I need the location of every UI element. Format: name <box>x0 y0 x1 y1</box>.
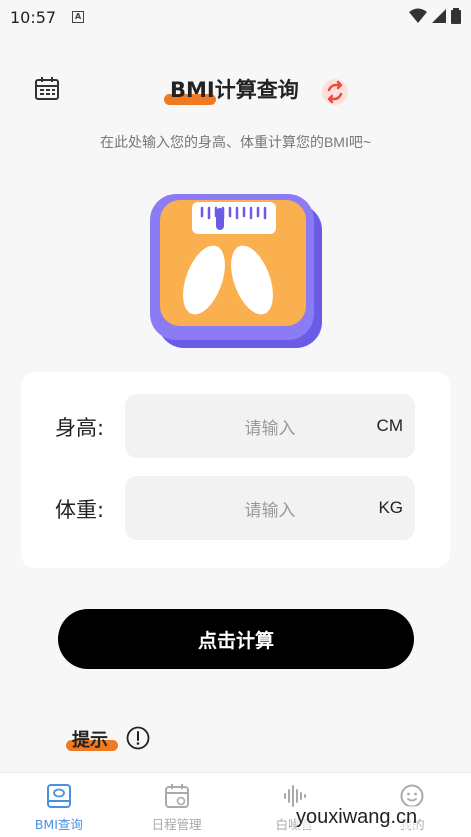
tab-label-bmi: BMI查询 <box>34 817 83 832</box>
tab-bmi[interactable]: BMI查询 <box>0 773 118 837</box>
watermark: youxiwang.cn <box>296 806 418 829</box>
wifi-icon <box>409 8 427 23</box>
height-row: 身高: 请输入 CM <box>21 394 450 458</box>
bmi-icon <box>46 784 71 808</box>
signal-icon <box>432 9 446 23</box>
schedule-icon <box>164 784 189 808</box>
status-bar: 10:57 A <box>0 0 471 34</box>
bmi-form-card: 身高: 请输入 CM 体重: 请输入 KG <box>21 372 450 568</box>
page-title: BMI计算查询 <box>170 78 299 102</box>
status-icons <box>409 8 461 24</box>
header: BMI计算查询 <box>0 70 471 110</box>
bathroom-scale-illustration <box>150 194 322 348</box>
battery-icon <box>451 8 461 24</box>
tab-label-schedule: 日程管理 <box>151 817 202 832</box>
tip-section[interactable]: 提示 <box>66 724 170 754</box>
subtitle: 在此处输入您的身高、体重计算您的BMI吧~ <box>99 134 372 150</box>
weight-row: 体重: 请输入 KG <box>21 476 450 540</box>
weight-unit: KG <box>378 498 403 517</box>
height-label: 身高: <box>55 416 105 440</box>
height-unit: CM <box>376 416 403 435</box>
info-icon[interactable] <box>126 726 150 750</box>
status-time: 10:57 <box>10 7 57 27</box>
swap-icon[interactable] <box>321 78 349 106</box>
tab-schedule[interactable]: 日程管理 <box>118 773 236 837</box>
tip-label: 提示 <box>72 730 108 751</box>
notification-a-icon: A <box>72 11 85 23</box>
calendar-icon[interactable] <box>34 76 60 102</box>
calculate-button[interactable]: 点击计算 <box>58 609 414 669</box>
page-title-wrap: BMI计算查询 <box>164 74 318 106</box>
height-input[interactable]: 请输入 CM <box>125 394 415 458</box>
weight-label: 体重: <box>55 498 105 522</box>
weight-input[interactable]: 请输入 KG <box>125 476 415 540</box>
